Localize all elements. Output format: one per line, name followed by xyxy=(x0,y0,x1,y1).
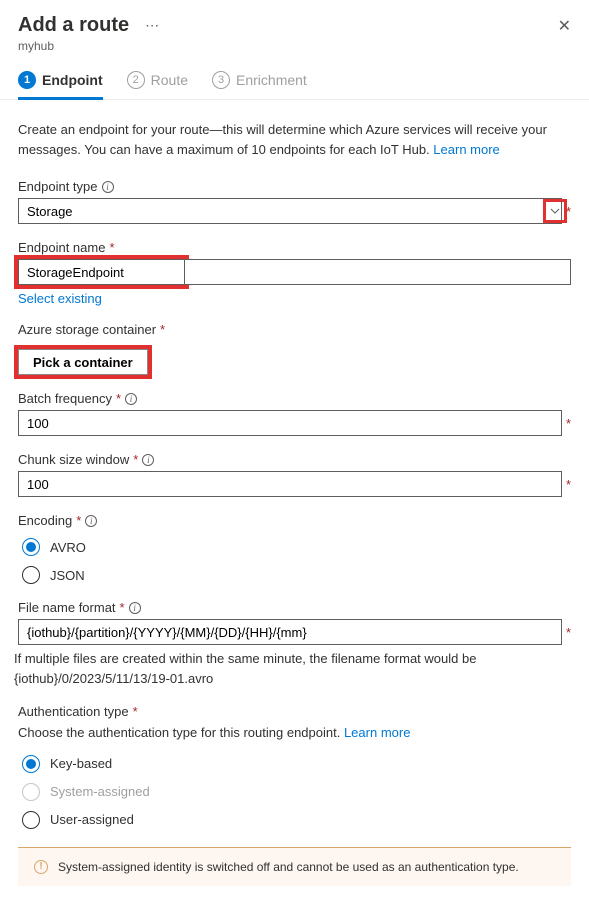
encoding-option-json[interactable]: JSON xyxy=(22,566,571,584)
warning-text: System-assigned identity is switched off… xyxy=(58,860,519,874)
endpoint-type-label: Endpoint type xyxy=(18,179,98,194)
radio-icon xyxy=(22,755,40,773)
radio-label: User-assigned xyxy=(50,812,134,827)
endpoint-name-input-ext[interactable] xyxy=(185,259,571,285)
info-icon[interactable]: i xyxy=(102,181,114,193)
auth-type-help: Choose the authentication type for this … xyxy=(18,723,571,743)
auth-option-system-assigned: System-assigned xyxy=(22,783,571,801)
radio-icon xyxy=(22,811,40,829)
required-indicator: * xyxy=(133,704,138,719)
tab-endpoint[interactable]: 1 Endpoint xyxy=(18,71,103,99)
warning-icon: ! xyxy=(34,860,48,874)
pick-container-button[interactable]: Pick a container xyxy=(18,349,148,375)
radio-icon xyxy=(22,538,40,556)
auth-learn-more-link[interactable]: Learn more xyxy=(344,725,410,740)
info-icon[interactable]: i xyxy=(125,393,137,405)
endpoint-name-input[interactable] xyxy=(18,259,185,285)
required-indicator: * xyxy=(116,391,121,406)
wizard-tabs: 1 Endpoint 2 Route 3 Enrichment xyxy=(0,53,589,100)
encoding-label: Encoding xyxy=(18,513,72,528)
radio-label: System-assigned xyxy=(50,784,150,799)
radio-label: Key-based xyxy=(50,756,112,771)
required-indicator: * xyxy=(160,322,165,337)
required-indicator: * xyxy=(566,477,571,492)
intro-text: Create an endpoint for your route—this w… xyxy=(18,120,571,159)
filename-format-help: If multiple files are created within the… xyxy=(14,649,571,688)
batch-frequency-label: Batch frequency xyxy=(18,391,112,406)
radio-icon xyxy=(22,783,40,801)
filename-format-input[interactable] xyxy=(18,619,562,645)
auth-type-label: Authentication type xyxy=(18,704,129,719)
step-number-icon: 3 xyxy=(212,71,230,89)
tab-label: Route xyxy=(151,72,188,88)
info-icon[interactable]: i xyxy=(85,515,97,527)
required-indicator: * xyxy=(566,625,571,640)
page-title: Add a route xyxy=(18,14,129,37)
radio-label: JSON xyxy=(50,568,85,583)
required-indicator: * xyxy=(109,240,114,255)
radio-icon xyxy=(22,566,40,584)
required-indicator: * xyxy=(76,513,81,528)
required-indicator: * xyxy=(566,416,571,431)
resource-name: myhub xyxy=(18,39,571,53)
endpoint-name-label: Endpoint name xyxy=(18,240,105,255)
step-number-icon: 2 xyxy=(127,71,145,89)
warning-banner: ! System-assigned identity is switched o… xyxy=(18,847,571,886)
required-indicator: * xyxy=(133,452,138,467)
chunk-size-label: Chunk size window xyxy=(18,452,129,467)
chunk-size-input[interactable] xyxy=(18,471,562,497)
learn-more-link[interactable]: Learn more xyxy=(433,142,499,157)
close-icon[interactable]: ✕ xyxy=(558,16,571,36)
step-number-icon: 1 xyxy=(18,71,36,89)
storage-container-label: Azure storage container xyxy=(18,322,156,337)
tab-label: Endpoint xyxy=(42,72,103,88)
batch-frequency-input[interactable] xyxy=(18,410,562,436)
required-indicator: * xyxy=(566,204,571,219)
endpoint-type-select[interactable] xyxy=(18,198,562,224)
tab-enrichment[interactable]: 3 Enrichment xyxy=(212,71,307,99)
encoding-option-avro[interactable]: AVRO xyxy=(22,538,571,556)
required-indicator: * xyxy=(120,600,125,615)
filename-format-label: File name format xyxy=(18,600,116,615)
auth-option-key-based[interactable]: Key-based xyxy=(22,755,571,773)
tab-label: Enrichment xyxy=(236,72,307,88)
radio-label: AVRO xyxy=(50,540,86,555)
select-existing-link[interactable]: Select existing xyxy=(18,291,102,306)
info-icon[interactable]: i xyxy=(142,454,154,466)
more-actions-icon[interactable]: ⋯ xyxy=(145,17,159,34)
auth-option-user-assigned[interactable]: User-assigned xyxy=(22,811,571,829)
info-icon[interactable]: i xyxy=(129,602,141,614)
tab-route[interactable]: 2 Route xyxy=(127,71,188,99)
